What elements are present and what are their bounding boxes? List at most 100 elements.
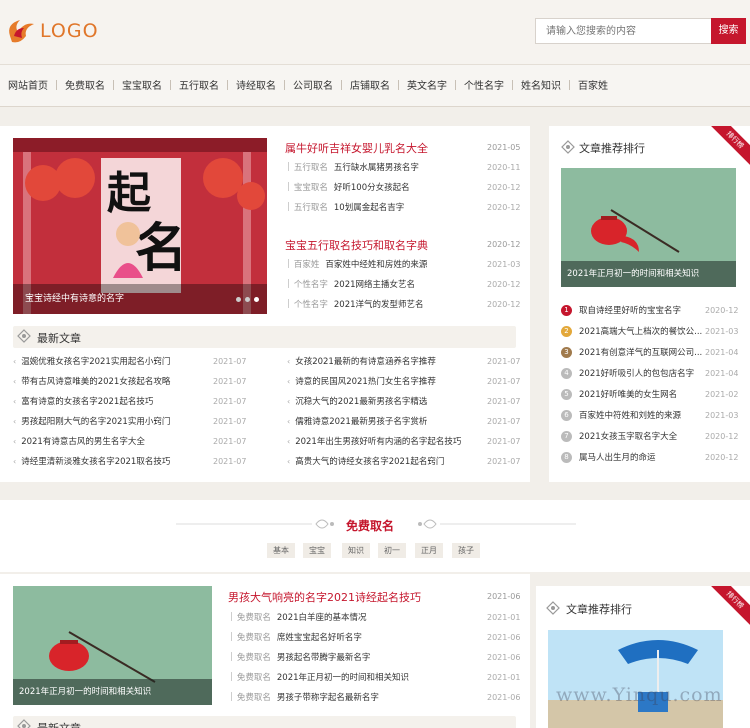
article-title[interactable]: 带有古风诗意唯美的2021女孩起名攻略 [21, 375, 170, 387]
row-category[interactable]: 五行取名 [294, 201, 328, 213]
tag-chip[interactable]: 初一 [378, 543, 406, 558]
headline-row[interactable]: | 五行取名 五行缺水属猪男孩名字 2020-11 [287, 160, 520, 174]
latest-article-item[interactable]: ‹ 高贵大气的诗经女孩名字2021起名窍门 2021-07 [287, 455, 520, 468]
latest-article-item[interactable]: ‹ 2021年出生男孩好听有内涵的名字起名技巧 2021-07 [287, 435, 520, 448]
site-logo[interactable]: LOGO [4, 14, 114, 50]
nav-item[interactable]: 英文名字 [399, 77, 455, 92]
article-title[interactable]: 沉稳大气的2021最新男孩名字精选 [295, 395, 427, 407]
nav-item[interactable]: 网站首页 [0, 77, 56, 92]
ranking-item-title[interactable]: 2021女孩玉字取名字大全 [579, 430, 677, 442]
ranking-item[interactable]: 6 百家姓中符姓和刘姓的来源 2021-03 [561, 409, 738, 421]
latest-article-item[interactable]: ‹ 男孩起阳刚大气的名字2021实用小窍门 2021-07 [13, 415, 275, 428]
ranking-item[interactable]: 7 2021女孩玉字取名字大全 2020-12 [561, 430, 738, 442]
latest-article-item[interactable]: ‹ 沉稳大气的2021最新男孩名字精选 2021-07 [287, 395, 520, 408]
row-category[interactable]: 免费取名 [237, 651, 271, 663]
slider-dot[interactable] [236, 297, 241, 302]
nav-item[interactable]: 店铺取名 [342, 77, 398, 92]
nav-item[interactable]: 公司取名 [285, 77, 341, 92]
ranking-item[interactable]: 1 取自诗经里好听的宝宝名字 2020-12 [561, 304, 738, 316]
tag-chip[interactable]: 宝宝 [303, 543, 331, 558]
article-title[interactable]: 诗经里清新淡雅女孩名字2021取名技巧 [21, 455, 170, 467]
row-title[interactable]: 2021网络主播女艺名 [334, 278, 415, 290]
row-title[interactable]: 好听100分女孩起名 [334, 181, 410, 193]
latest-article-item[interactable]: ‹ 2021有诗意古风的男生名字大全 2021-07 [13, 435, 275, 448]
section2-row[interactable]: | 免费取名 男孩子带称字起名最新名字 2021-06 [230, 690, 520, 704]
row-category[interactable]: 个性名字 [294, 278, 328, 290]
section2-row[interactable]: | 免费取名 2021白羊座的基本情况 2021-01 [230, 610, 520, 624]
ranking-item-title[interactable]: 取自诗经里好听的宝宝名字 [579, 304, 681, 316]
section2-image[interactable]: 2021年正月初一的时间和相关知识 [13, 586, 212, 705]
tag-chip[interactable]: 正月 [415, 543, 443, 558]
latest-article-item[interactable]: ‹ 诗经里清新淡雅女孩名字2021取名技巧 2021-07 [13, 455, 275, 468]
row-category[interactable]: 免费取名 [237, 671, 271, 683]
headline-row[interactable]: | 个性名字 2021洋气的发型师艺名 2020-12 [287, 297, 520, 311]
ranking-item[interactable]: 5 2021好听唯美的女生网名 2021-02 [561, 388, 738, 400]
nav-item[interactable]: 个性名字 [456, 77, 512, 92]
ranking-item[interactable]: 4 2021好听吸引人的包包店名字 2021-04 [561, 367, 738, 379]
row-title[interactable]: 百家姓中经姓和房姓的来源 [325, 258, 427, 270]
nav-item[interactable]: 姓名知识 [513, 77, 569, 92]
row-category[interactable]: 免费取名 [237, 611, 271, 623]
article-title[interactable]: 2021年出生男孩好听有内涵的名字起名技巧 [295, 435, 461, 447]
ranking-item[interactable]: 3 2021有创意洋气的互联网公司... 2021-04 [561, 346, 738, 358]
row-category[interactable]: 免费取名 [237, 631, 271, 643]
article-title[interactable]: 高贵大气的诗经女孩名字2021起名窍门 [295, 455, 444, 467]
row-title[interactable]: 席姓宝宝起名好听名字 [277, 631, 362, 643]
row-title[interactable]: 男孩子带称字起名最新名字 [277, 691, 379, 703]
article-title[interactable]: 女孩2021最新的有诗意涵养名字推荐 [295, 355, 436, 367]
latest-article-item[interactable]: ‹ 温婉优雅女孩名字2021实用起名小窍门 2021-07 [13, 355, 275, 368]
section2-row[interactable]: | 免费取名 2021年正月初一的时间和相关知识 2021-01 [230, 670, 520, 684]
row-category[interactable]: 五行取名 [294, 161, 328, 173]
section2-row[interactable]: | 免费取名 男孩起名带腾字最新名字 2021-06 [230, 650, 520, 664]
ranking-item-title[interactable]: 2021好听吸引人的包包店名字 [579, 367, 694, 379]
headline-row[interactable]: | 个性名字 2021网络主播女艺名 2020-12 [287, 277, 520, 291]
row-title[interactable]: 10划属金起名吉字 [334, 201, 404, 213]
ranking-item-title[interactable]: 2021有创意洋气的互联网公司... [579, 346, 702, 358]
row-category[interactable]: 免费取名 [237, 691, 271, 703]
search-input[interactable] [536, 19, 711, 43]
latest-article-item[interactable]: ‹ 诗意的民国风2021热门女生名字推荐 2021-07 [287, 375, 520, 388]
article-title[interactable]: 温婉优雅女孩名字2021实用起名小窍门 [21, 355, 170, 367]
ranking-item[interactable]: 2 2021高端大气上档次的餐饮公... 2021-03 [561, 325, 738, 337]
latest-article-item[interactable]: ‹ 儒雅诗意2021最新男孩子名字赏析 2021-07 [287, 415, 520, 428]
article-title[interactable]: 2021有诗意古风的男生名字大全 [21, 435, 145, 447]
headline-row[interactable]: | 百家姓 百家姓中经姓和房姓的来源 2021-03 [287, 257, 520, 271]
row-category[interactable]: 宝宝取名 [294, 181, 328, 193]
section2-headline[interactable]: 男孩大气响亮的名字2021诗经起名技巧 [228, 589, 421, 605]
nav-item[interactable]: 宝宝取名 [114, 77, 170, 92]
ranking-item-title[interactable]: 2021好听唯美的女生网名 [579, 388, 677, 400]
tag-chip[interactable]: 基本 [267, 543, 295, 558]
row-title[interactable]: 2021年正月初一的时间和相关知识 [277, 671, 409, 683]
latest-article-item[interactable]: ‹ 带有古风诗意唯美的2021女孩起名攻略 2021-07 [13, 375, 275, 388]
headline-row[interactable]: | 五行取名 10划属金起名吉字 2020-12 [287, 200, 520, 214]
article-title[interactable]: 男孩起阳刚大气的名字2021实用小窍门 [21, 415, 170, 427]
article-title[interactable]: 富有诗意的女孩名字2021起名技巧 [21, 395, 153, 407]
row-category[interactable]: 个性名字 [294, 298, 328, 310]
row-title[interactable]: 2021洋气的发型师艺名 [334, 298, 424, 310]
ranking-item[interactable]: 8 属马人出生月的命运 2020-12 [561, 451, 738, 463]
nav-item[interactable]: 百家姓 [570, 77, 616, 92]
ranking-image[interactable]: 2021年正月初一的时间和相关知识 [561, 168, 736, 287]
section2-row[interactable]: | 免费取名 席姓宝宝起名好听名字 2021-06 [230, 630, 520, 644]
slider-dot[interactable] [245, 297, 250, 302]
nav-item[interactable]: 诗经取名 [228, 77, 284, 92]
headline-title[interactable]: 宝宝五行取名技巧和取名字典 [285, 237, 428, 253]
slider-dot-active[interactable] [254, 297, 259, 302]
ranking-item-title[interactable]: 属马人出生月的命运 [579, 451, 656, 463]
section2-ranking-image[interactable] [548, 630, 723, 728]
latest-article-item[interactable]: ‹ 女孩2021最新的有诗意涵养名字推荐 2021-07 [287, 355, 520, 368]
article-title[interactable]: 诗意的民国风2021热门女生名字推荐 [295, 375, 436, 387]
row-title[interactable]: 2021白羊座的基本情况 [277, 611, 367, 623]
latest-article-item[interactable]: ‹ 富有诗意的女孩名字2021起名技巧 2021-07 [13, 395, 275, 408]
ranking-item-title[interactable]: 百家姓中符姓和刘姓的来源 [579, 409, 681, 421]
tag-chip[interactable]: 知识 [342, 543, 370, 558]
featured-slider[interactable]: 起 名 宝宝诗经中有诗意的名字 [13, 138, 267, 314]
headline-row[interactable]: | 宝宝取名 好听100分女孩起名 2020-12 [287, 180, 520, 194]
row-category[interactable]: 百家姓 [294, 258, 320, 270]
headline-title[interactable]: 属牛好听吉祥女婴儿乳名大全 [285, 140, 428, 156]
nav-item[interactable]: 免费取名 [57, 77, 113, 92]
tag-chip[interactable]: 孩子 [452, 543, 480, 558]
search-button[interactable]: 搜索 [711, 18, 746, 44]
row-title[interactable]: 五行缺水属猪男孩名字 [334, 161, 419, 173]
row-title[interactable]: 男孩起名带腾字最新名字 [277, 651, 371, 663]
